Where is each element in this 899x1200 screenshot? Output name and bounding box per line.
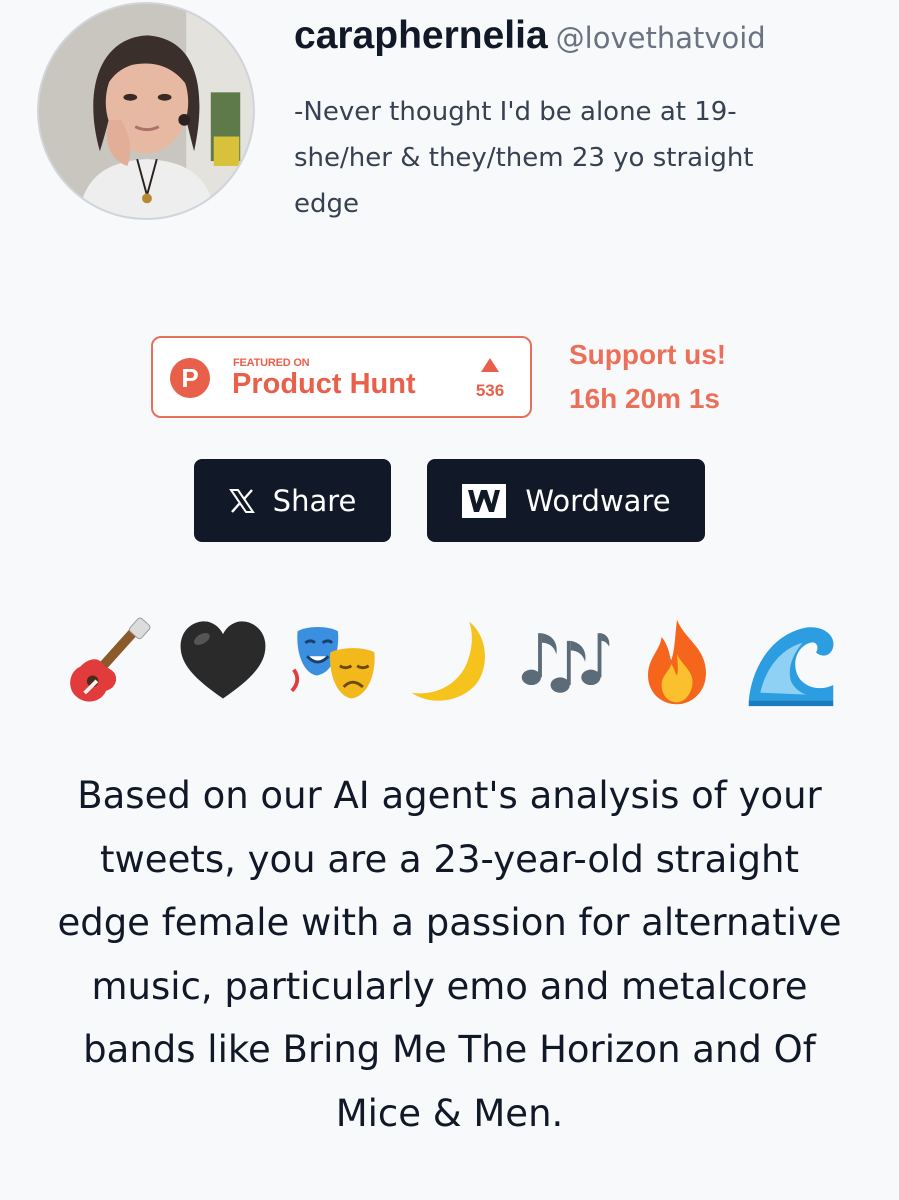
wordware-logo-icon <box>461 483 507 519</box>
product-hunt-badge[interactable]: P FEATURED ON Product Hunt 536 <box>151 336 532 418</box>
profile-info: caraphernelia @lovethatvoid -Never though… <box>294 10 874 227</box>
profile-name-row: caraphernelia @lovethatvoid <box>294 10 874 69</box>
bio-line: edge <box>294 189 359 219</box>
summary-line: Based on our AI agent's analysis of your <box>77 774 822 817</box>
summary-line: tweets, you are a 23-year-old straight <box>100 837 799 881</box>
crescent-moon-icon <box>401 613 499 711</box>
upvote-arrow-icon <box>481 358 499 372</box>
product-hunt-name: Product Hunt <box>232 368 416 400</box>
product-hunt-logo-icon: P <box>170 358 210 398</box>
summary-line: edge female with a passion for alternati… <box>57 901 842 944</box>
profile-bio: -Never thought I'd be alone at 19- she/h… <box>294 89 874 227</box>
share-button[interactable]: Share <box>194 459 391 542</box>
bio-line: she/her & they/them 23 yo straight <box>294 143 754 173</box>
musical-notes-icon <box>515 613 613 711</box>
performing-arts-icon <box>287 613 385 711</box>
upvote-count: 536 <box>475 381 505 400</box>
wordware-button[interactable]: Wordware <box>427 459 705 542</box>
x-logo-icon <box>228 488 255 513</box>
support-title: Support us! <box>569 339 727 370</box>
summary-line: music, particularly emo and metalcore <box>91 964 808 1008</box>
summary-line: bands like Bring Me The Horizon and Of <box>83 1028 816 1071</box>
guitar-icon <box>60 613 158 711</box>
countdown-timer: 16h 20m 1s <box>569 383 720 414</box>
ai-summary: Based on our AI agent's analysis of your… <box>20 764 879 1145</box>
avatar-photo <box>39 4 253 218</box>
wordware-button-label: Wordware <box>525 483 671 518</box>
fire-icon <box>628 613 726 711</box>
emoji-row <box>60 612 840 712</box>
water-wave-icon <box>742 613 840 711</box>
support-countdown: Support us! 16h 20m 1s <box>569 333 726 421</box>
profile-avatar[interactable] <box>37 2 255 220</box>
summary-line: Mice & Men. <box>335 1091 564 1135</box>
share-button-label: Share <box>272 483 357 518</box>
bio-line: -Never thought I'd be alone at 19- <box>294 97 737 127</box>
display-name: caraphernelia <box>294 14 548 57</box>
black-heart-icon <box>174 613 272 711</box>
twitter-handle[interactable]: @lovethatvoid <box>556 21 766 55</box>
